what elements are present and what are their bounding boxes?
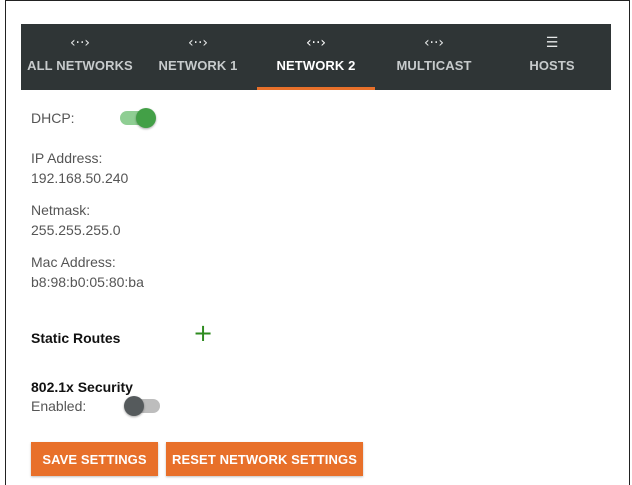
security-enabled-label: Enabled: — [31, 398, 87, 414]
tab-network-2[interactable]: ‹··› NETWORK 2 — [257, 24, 375, 90]
tab-label: MULTICAST — [396, 58, 472, 73]
netmask-label: Netmask: — [31, 202, 91, 218]
add-route-icon[interactable]: + — [193, 321, 213, 345]
security-title: 802.1x Security — [31, 379, 133, 395]
mac-address-label: Mac Address: — [31, 254, 116, 270]
tab-label: HOSTS — [529, 58, 575, 73]
ip-address-label: IP Address: — [31, 150, 103, 166]
mac-address-value: b8:98:b0:05:80:ba — [31, 274, 144, 290]
netmask-field: Netmask: 255.255.255.0 — [31, 200, 121, 240]
tab-all-networks[interactable]: ‹··› ALL NETWORKS — [21, 24, 139, 90]
netmask-value: 255.255.255.0 — [31, 222, 121, 238]
tab-hosts[interactable]: ☰ HOSTS — [493, 24, 611, 90]
network-icon: ‹··› — [305, 35, 327, 51]
list-icon: ☰ — [545, 35, 559, 51]
dhcp-toggle[interactable] — [119, 108, 156, 128]
tab-label: NETWORK 1 — [158, 58, 238, 73]
dhcp-label: DHCP: — [31, 110, 75, 126]
security-toggle[interactable] — [124, 396, 161, 416]
reset-network-settings-button[interactable]: RESET NETWORK SETTINGS — [166, 442, 363, 476]
tab-network-1[interactable]: ‹··› NETWORK 1 — [139, 24, 257, 90]
ip-address-field: IP Address: 192.168.50.240 — [31, 148, 128, 188]
tab-label: NETWORK 2 — [276, 58, 356, 73]
security-toggle-knob — [124, 396, 145, 416]
tab-label: ALL NETWORKS — [27, 58, 133, 73]
dhcp-toggle-knob — [135, 108, 156, 128]
dhcp-row: DHCP: — [31, 108, 156, 128]
security-enabled-row: Enabled: — [31, 396, 161, 416]
network-tab-bar: ‹··› ALL NETWORKS ‹··› NETWORK 1 ‹··› NE… — [21, 24, 611, 90]
static-routes-title: Static Routes — [31, 330, 121, 346]
network-icon: ‹··› — [69, 35, 91, 51]
ip-address-value: 192.168.50.240 — [31, 170, 129, 186]
network-icon: ‹··› — [423, 35, 445, 51]
network-icon: ‹··› — [187, 35, 209, 51]
mac-address-field: Mac Address: b8:98:b0:05:80:ba — [31, 252, 144, 292]
save-settings-button[interactable]: SAVE SETTINGS — [31, 442, 158, 476]
tab-multicast[interactable]: ‹··› MULTICAST — [375, 24, 493, 90]
